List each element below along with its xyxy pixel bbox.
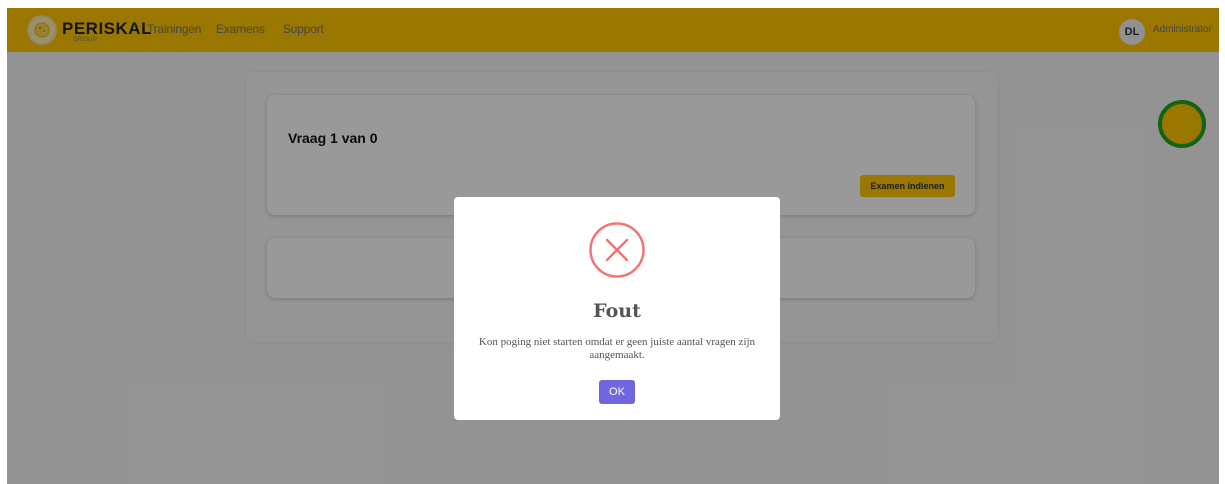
- app-window: PERISKAL GROUP Trainingen Examens Suppor…: [7, 8, 1219, 484]
- error-dialog: Fout Kon poging niet starten omdat er ge…: [454, 197, 780, 420]
- ok-button[interactable]: OK: [599, 380, 635, 404]
- dialog-title: Fout: [593, 300, 641, 322]
- error-x-circle-icon: [589, 222, 645, 278]
- dialog-message: Kon poging niet starten omdat er geen ju…: [478, 336, 756, 361]
